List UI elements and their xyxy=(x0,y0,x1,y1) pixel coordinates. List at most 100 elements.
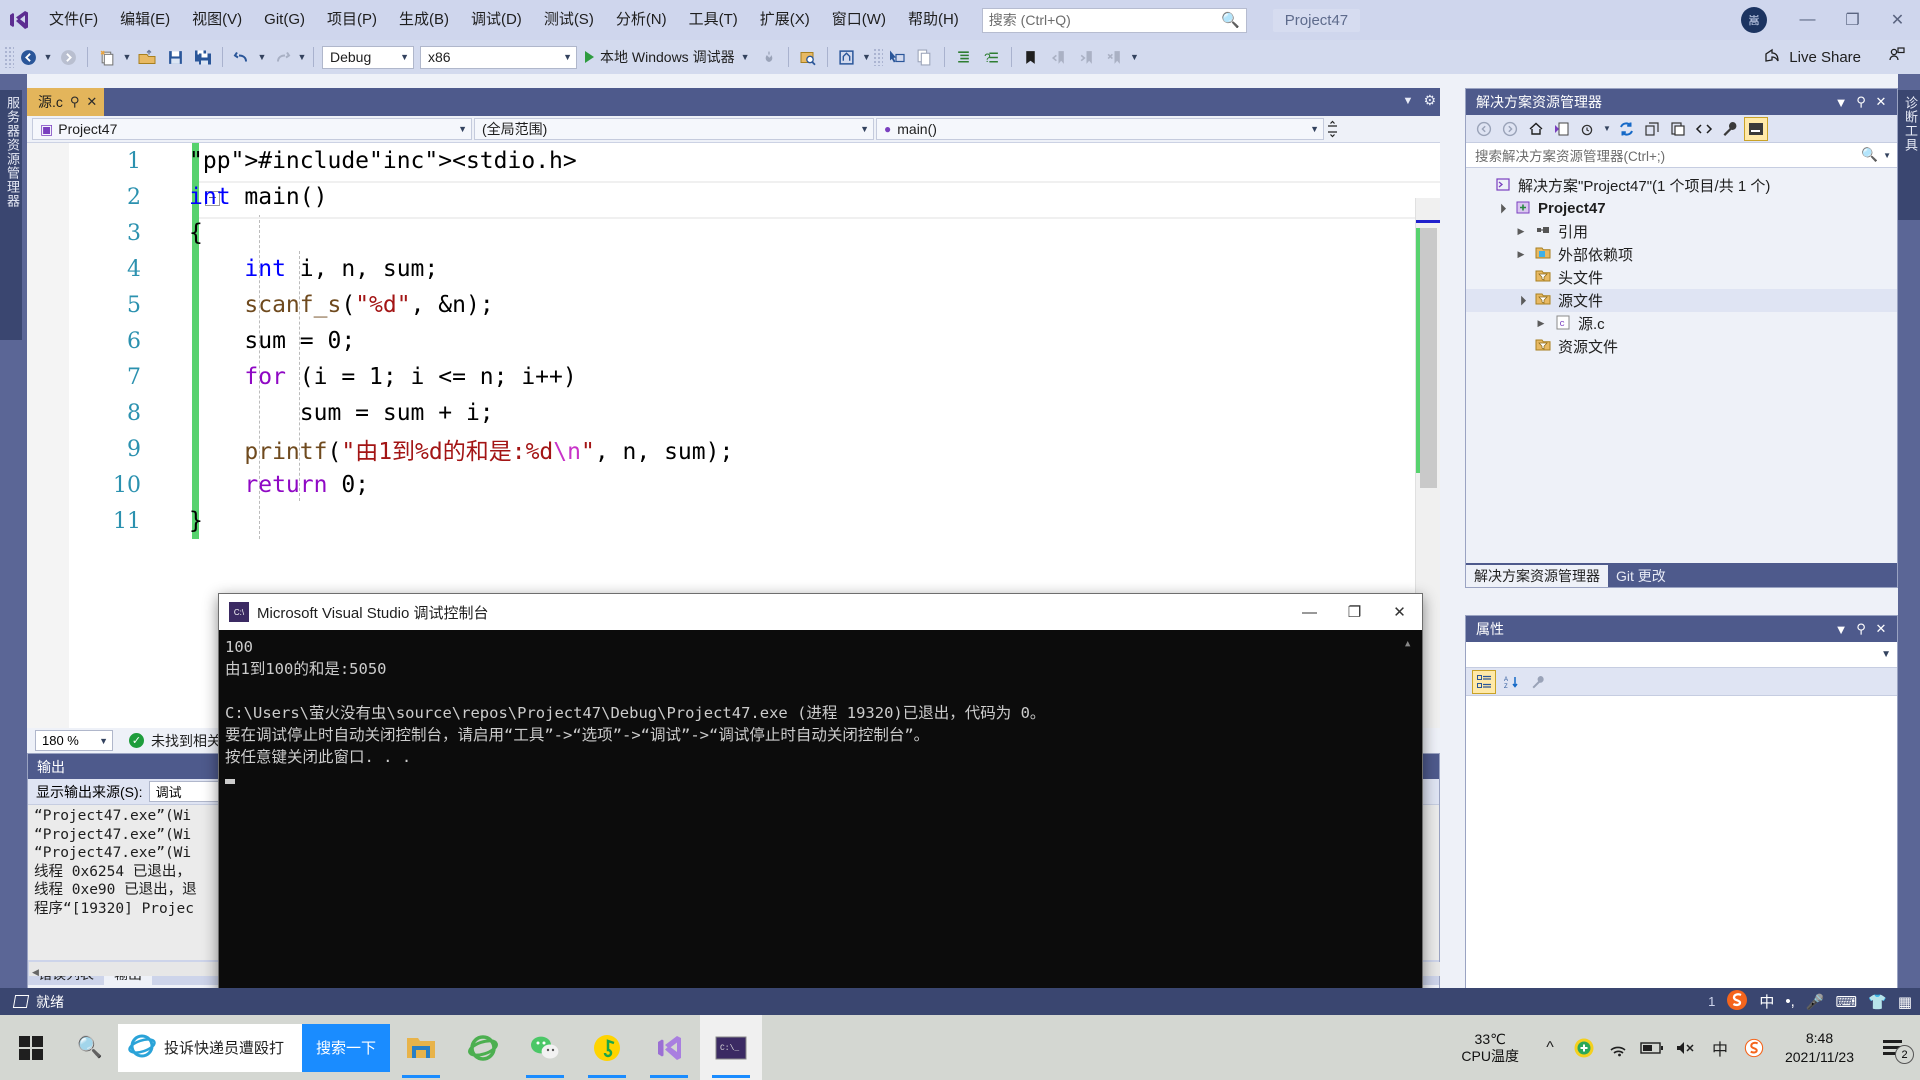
diagnostic-tools-dock-tab[interactable]: 诊断工具 xyxy=(1898,90,1920,220)
tab-git-changes[interactable]: Git 更改 xyxy=(1608,565,1674,587)
properties-grid[interactable] xyxy=(1466,696,1897,996)
view-code-icon[interactable] xyxy=(1692,117,1716,141)
tree-expander-icon[interactable]: ▶ xyxy=(1534,318,1548,329)
menu-item-git[interactable]: Git(G) xyxy=(253,1,316,39)
tree-expander-icon[interactable]: ▶ xyxy=(1514,249,1528,260)
navigate-back-icon[interactable] xyxy=(15,44,41,70)
start-debugging-button[interactable]: 本地 Windows 调试器 ▼ xyxy=(580,44,755,70)
scroll-left-icon[interactable]: ◀ xyxy=(29,967,39,977)
chevron-down-icon[interactable]: ▼ xyxy=(1878,151,1891,160)
battery-icon[interactable] xyxy=(1635,1015,1669,1080)
code-text[interactable]: scanf_s("%d", &n); xyxy=(155,292,494,318)
punctuation-icon[interactable]: •, xyxy=(1785,993,1794,1010)
scroll-up-icon[interactable]: ▲ xyxy=(1405,639,1410,649)
zoom-level-combo[interactable]: 180 % ▼ xyxy=(35,730,113,751)
code-line[interactable]: 1"pp">#include"inc"><stdio.h> xyxy=(27,143,1440,179)
bookmark-next-icon[interactable] xyxy=(1074,44,1100,70)
taskbar-app-wechat[interactable] xyxy=(514,1015,576,1080)
hot-reload-icon[interactable] xyxy=(756,44,782,70)
tree-node[interactable]: 资源文件 xyxy=(1466,335,1897,358)
sogou-input-icon[interactable] xyxy=(1726,989,1748,1015)
console-title-bar[interactable]: C:\ Microsoft Visual Studio 调试控制台 — ❐ ✕ xyxy=(219,594,1422,630)
chevron-down-icon[interactable]: ▼ xyxy=(1831,95,1851,110)
tree-node[interactable]: ▶c源.c xyxy=(1466,312,1897,335)
taskbar-app-visual-studio[interactable] xyxy=(638,1015,700,1080)
code-line[interactable]: 11} xyxy=(27,503,1440,539)
code-text[interactable]: printf("由1到%d的和是:%d\n", n, sum); xyxy=(155,432,733,466)
pending-changes-filter-icon[interactable] xyxy=(1576,117,1600,141)
code-text[interactable]: for (i = 1; i <= n; i++) xyxy=(155,364,577,390)
menu-item-build[interactable]: 生成(B) xyxy=(388,1,460,39)
code-line[interactable]: 6 sum = 0; xyxy=(27,323,1440,359)
code-line[interactable]: 4 int i, n, sum; xyxy=(27,251,1440,287)
redo-dropdown[interactable]: ▼ xyxy=(296,44,308,70)
scrollbar-thumb[interactable] xyxy=(1420,228,1437,488)
menu-item-edit[interactable]: 编辑(E) xyxy=(109,1,181,39)
categorized-icon[interactable] xyxy=(1472,670,1496,694)
code-text[interactable]: "pp">#include"inc"><stdio.h> xyxy=(155,148,577,174)
show-hidden-icons-icon[interactable]: ^ xyxy=(1533,1015,1567,1080)
live-share-button[interactable]: Live Share xyxy=(1764,40,1906,74)
action-center-icon[interactable]: 2 xyxy=(1868,1015,1920,1080)
sync-with-active-document-icon[interactable] xyxy=(1550,117,1574,141)
save-all-icon[interactable] xyxy=(190,44,216,70)
news-search-button[interactable]: 搜索一下 xyxy=(302,1024,390,1072)
comment-icon[interactable]: ? xyxy=(979,44,1005,70)
code-line[interactable]: 9 printf("由1到%d的和是:%d\n", n, sum); xyxy=(27,431,1440,467)
code-text[interactable]: sum = 0; xyxy=(155,328,355,354)
toolbox-icon[interactable]: ▦ xyxy=(1898,993,1912,1011)
server-explorer-dock-tab[interactable]: 服务器资源管理器 xyxy=(0,90,22,340)
tree-node[interactable]: ◢源文件 xyxy=(1466,289,1897,312)
code-line[interactable]: 2int main() xyxy=(27,179,1440,215)
menu-item-file[interactable]: 文件(F) xyxy=(38,1,109,39)
solution-platform-combo[interactable]: x86 ▼ xyxy=(420,46,577,69)
live-share-session-icon[interactable] xyxy=(1868,47,1906,67)
avatar[interactable]: 嵩 xyxy=(1741,7,1767,33)
code-line[interactable]: 8 sum = sum + i; xyxy=(27,395,1440,431)
menu-item-window[interactable]: 窗口(W) xyxy=(821,1,897,39)
window-minimize-button[interactable]: — xyxy=(1785,1,1830,39)
console-scrollbar[interactable]: ▲ xyxy=(1405,630,1422,1032)
chevron-down-icon[interactable]: ▼ xyxy=(1403,95,1414,107)
skin-icon[interactable]: 👕 xyxy=(1868,993,1887,1011)
code-text[interactable]: { xyxy=(155,220,203,246)
cpu-temperature-widget[interactable]: 33℃ CPU温度 xyxy=(1447,1031,1533,1065)
properties-wrench-icon[interactable] xyxy=(1718,117,1742,141)
back-icon[interactable] xyxy=(1472,117,1496,141)
tree-node[interactable]: 解决方案"Project47"(1 个项目/共 1 个) xyxy=(1466,174,1897,197)
code-text[interactable]: sum = sum + i; xyxy=(155,400,494,426)
code-line[interactable]: 7 for (i = 1; i <= n; i++) xyxy=(27,359,1440,395)
debug-console-window[interactable]: C:\ Microsoft Visual Studio 调试控制台 — ❐ ✕ … xyxy=(218,593,1423,1033)
tree-node[interactable]: ◢Project47 xyxy=(1466,197,1897,220)
chinese-mode-icon[interactable]: 中 xyxy=(1759,991,1774,1012)
refresh-icon[interactable] xyxy=(1614,117,1638,141)
chinese-ime-icon[interactable]: 中 xyxy=(1703,1015,1737,1080)
taskbar-search-icon[interactable]: 🔍 xyxy=(62,1015,118,1080)
taskbar-clock[interactable]: 8:48 2021/11/23 xyxy=(1771,1029,1868,1067)
copy-icon[interactable] xyxy=(912,44,938,70)
security-shield-icon[interactable] xyxy=(1567,1015,1601,1080)
sogou-icon[interactable] xyxy=(1737,1015,1771,1080)
window-maximize-button[interactable]: ❐ xyxy=(1830,1,1875,39)
chevron-down-icon[interactable]: ▼ xyxy=(1831,622,1851,637)
volume-muted-icon[interactable] xyxy=(1669,1015,1703,1080)
taskbar-app-internet-explorer[interactable] xyxy=(452,1015,514,1080)
tab-solution-explorer[interactable]: 解决方案资源管理器 xyxy=(1466,565,1608,587)
code-text[interactable]: } xyxy=(155,508,203,534)
tree-expander-icon[interactable]: ▶ xyxy=(1514,226,1528,237)
alphabetical-sort-icon[interactable]: AZ xyxy=(1499,670,1523,694)
properties-object-combo[interactable]: ▼ xyxy=(1466,642,1897,668)
wifi-icon[interactable] xyxy=(1601,1015,1635,1080)
news-and-interests-widget[interactable]: 投诉快递员遭殴打 搜索一下 xyxy=(118,1024,390,1072)
tree-expander-icon[interactable]: ◢ xyxy=(1492,200,1510,218)
collapse-all-icon[interactable] xyxy=(1640,117,1664,141)
navbar-member-combo[interactable]: ● main() ▼ xyxy=(876,118,1324,140)
property-pages-wrench-icon[interactable] xyxy=(1526,670,1550,694)
code-line[interactable]: 10 return 0; xyxy=(27,467,1440,503)
menu-item-help[interactable]: 帮助(H) xyxy=(897,1,970,39)
microphone-icon[interactable]: 🎤 xyxy=(1806,993,1825,1011)
window-close-button[interactable]: ✕ xyxy=(1875,1,1920,39)
select-element-icon[interactable] xyxy=(884,44,910,70)
new-item-icon[interactable] xyxy=(94,44,120,70)
redo-icon[interactable] xyxy=(269,44,295,70)
